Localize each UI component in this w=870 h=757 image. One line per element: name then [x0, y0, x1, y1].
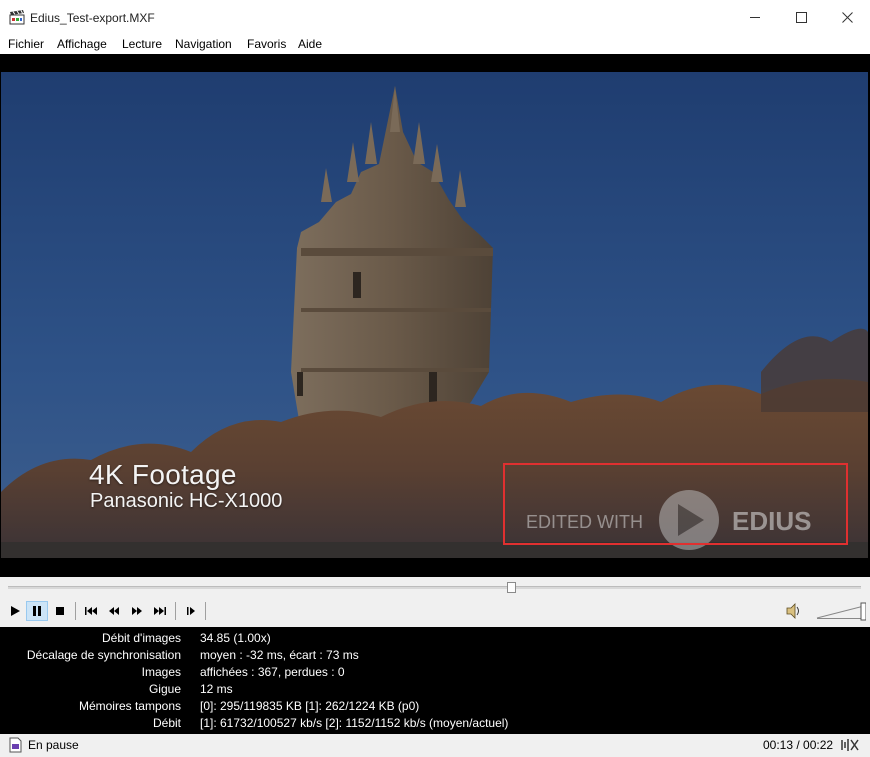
menu-aide[interactable]: Aide — [298, 37, 322, 51]
pause-icon — [33, 606, 41, 616]
time-display: 00:13 / 00:22 — [763, 738, 834, 752]
stat-row: Images affichées : 367, perdues : 0 — [0, 663, 870, 680]
video-area[interactable]: EDITED WITH EDIUS 4K Footage Panasonic H… — [0, 54, 870, 577]
seek-bar[interactable] — [8, 586, 861, 589]
stat-value: 12 ms — [200, 682, 233, 696]
separator — [175, 602, 176, 620]
caption-title: 4K Footage — [89, 459, 237, 490]
stat-row: Décalage de synchronisation moyen : -32 m… — [0, 646, 870, 663]
frame-step-icon — [187, 607, 195, 615]
stat-label: Débit d'images — [102, 631, 181, 645]
volume-slider[interactable] — [816, 600, 866, 622]
fast-forward-button[interactable] — [126, 601, 148, 621]
skip-back-icon — [85, 607, 97, 615]
play-icon — [11, 606, 20, 616]
close-icon — [841, 11, 853, 23]
stat-label: Mémoires tampons — [78, 699, 181, 713]
window-title: Edius_Test-export.MXF — [30, 11, 155, 25]
stat-row: Gigue 12 ms — [0, 680, 870, 697]
stat-row: Débit d'images 34.85 (1.00x) — [0, 629, 870, 646]
playback-state: En pause — [28, 738, 79, 752]
rewind-icon — [109, 607, 119, 615]
stat-row: Débit [1]: 61732/100527 kb/s [2]: 1152/11… — [0, 714, 870, 731]
stat-row: Mémoires tampons [0]: 295/119835 KB [1]: … — [0, 697, 870, 714]
menu-affichage[interactable]: Affichage — [57, 37, 107, 51]
play-button[interactable] — [4, 601, 26, 621]
menu-bar: Fichier Affichage Lecture Navigation Fav… — [0, 34, 870, 54]
previous-button[interactable] — [80, 601, 102, 621]
stop-button[interactable] — [49, 601, 71, 621]
next-button[interactable] — [149, 601, 171, 621]
stop-icon — [56, 607, 64, 615]
seek-thumb[interactable] — [507, 582, 517, 593]
speaker-icon[interactable] — [784, 601, 804, 621]
minimize-button[interactable] — [732, 0, 778, 34]
maximize-icon — [795, 11, 807, 23]
stat-label: Débit — [152, 716, 181, 730]
separator — [75, 602, 76, 620]
maximize-button[interactable] — [778, 0, 824, 34]
stat-value: [1]: 61732/100527 kb/s [2]: 1152/1152 kb… — [200, 716, 509, 730]
menu-fichier[interactable]: Fichier — [8, 37, 44, 51]
file-icon — [9, 737, 22, 753]
title-bar: Edius_Test-export.MXF — [0, 0, 870, 34]
menu-navigation[interactable]: Navigation — [175, 37, 232, 51]
fast-forward-icon — [132, 607, 142, 615]
rewind-button[interactable] — [103, 601, 125, 621]
menu-lecture[interactable]: Lecture — [122, 37, 162, 51]
statistics-panel: Débit d'images 34.85 (1.00x) Décalage de s… — [0, 627, 870, 734]
frame-step-button[interactable] — [180, 601, 202, 621]
status-bar: En pause 00:13 / 00:22 — [0, 734, 870, 757]
stat-value: [0]: 295/119835 KB [1]: 262/1224 KB (p0) — [200, 699, 420, 713]
stat-value: 34.85 (1.00x) — [200, 631, 271, 645]
playback-controls — [0, 577, 870, 627]
menu-favoris[interactable]: Favoris — [247, 37, 286, 51]
clapperboard-icon — [9, 10, 25, 25]
skip-forward-icon — [154, 607, 166, 615]
highlight-box — [503, 463, 848, 545]
statistics-toggle-icon[interactable] — [840, 737, 860, 753]
pause-button[interactable] — [26, 601, 48, 621]
minimize-icon — [749, 16, 760, 18]
stat-value: affichées : 367, perdues : 0 — [200, 665, 345, 679]
caption-subtitle: Panasonic HC-X1000 — [90, 490, 283, 512]
separator — [205, 602, 206, 620]
stat-label: Décalage de synchronisation — [26, 648, 181, 662]
stat-value: moyen : -32 ms, écart : 73 ms — [200, 648, 359, 662]
close-button[interactable] — [824, 0, 870, 34]
stat-label: Gigue — [148, 682, 181, 696]
stat-label: Images — [141, 665, 181, 679]
